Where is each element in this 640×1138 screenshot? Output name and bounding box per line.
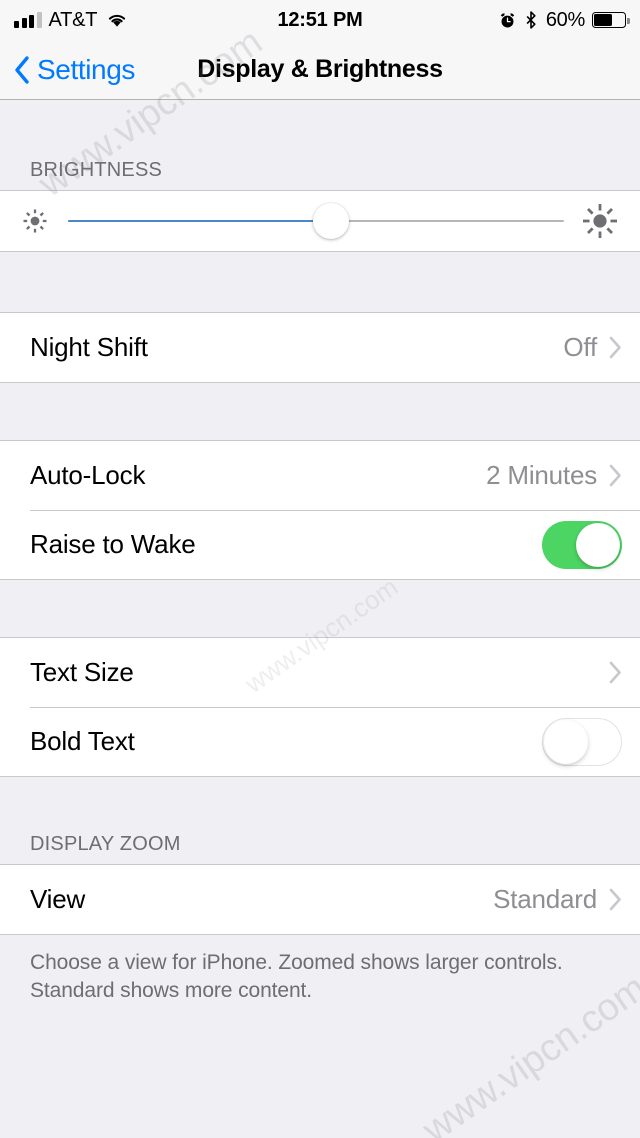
chevron-right-icon — [609, 888, 621, 911]
row-label: Raise to Wake — [30, 529, 196, 559]
row-value: Standard — [493, 884, 597, 914]
chevron-right-icon — [609, 464, 621, 487]
cellular-signal-icon — [14, 12, 42, 28]
slider-thumb[interactable] — [312, 203, 349, 239]
row-accessory: 2 Minutes — [486, 460, 622, 491]
row-label: View — [30, 884, 86, 914]
raise-to-wake-switch[interactable] — [542, 520, 622, 569]
row-label: Night Shift — [30, 332, 148, 362]
text-group: Text Size Bold Text — [0, 637, 640, 777]
row-bold-text[interactable]: Bold Text — [0, 707, 640, 776]
row-text-size[interactable]: Text Size — [0, 638, 640, 707]
brightness-slider-group — [0, 190, 640, 252]
display-zoom-footer-note: Choose a view for iPhone. Zoomed shows l… — [30, 951, 563, 1002]
row-view[interactable]: View Standard — [0, 865, 640, 934]
battery-percent-label: 60% — [545, 8, 585, 31]
chevron-right-icon — [609, 661, 621, 684]
row-value: Off — [563, 332, 597, 362]
row-label: Auto-Lock — [30, 460, 146, 490]
row-accessory: Standard — [493, 884, 622, 915]
row-label: Bold Text — [30, 726, 135, 756]
row-accessory — [609, 661, 622, 684]
chevron-right-icon — [609, 336, 621, 359]
sun-high-icon — [583, 204, 617, 238]
status-bar-left: AT&T — [14, 9, 128, 32]
night-shift-group: Night Shift Off — [0, 312, 640, 383]
display-zoom-group: View Standard — [0, 864, 640, 935]
row-accessory: Off — [563, 332, 622, 363]
wifi-icon — [109, 14, 126, 27]
back-button-label: Settings — [37, 53, 135, 85]
carrier-label: AT&T — [48, 8, 98, 31]
bluetooth-icon — [526, 11, 536, 29]
chevron-left-icon — [15, 55, 29, 84]
status-bar-right: 60% — [499, 8, 630, 32]
brightness-slider[interactable] — [68, 199, 564, 243]
battery-icon — [592, 12, 630, 28]
row-auto-lock[interactable]: Auto-Lock 2 Minutes — [0, 441, 640, 510]
row-value: 2 Minutes — [486, 460, 597, 490]
sun-low-icon — [23, 209, 47, 233]
bold-text-switch[interactable] — [542, 717, 622, 766]
back-button[interactable]: Settings — [14, 40, 135, 99]
row-accessory — [542, 717, 622, 766]
section-header-brightness: BRIGHTNESS — [30, 159, 163, 181]
row-label: Text Size — [30, 657, 134, 687]
row-night-shift[interactable]: Night Shift Off — [0, 313, 640, 382]
row-raise-to-wake[interactable]: Raise to Wake — [0, 510, 640, 579]
row-accessory — [542, 520, 622, 569]
brightness-slider-cell — [0, 191, 640, 251]
alarm-clock-icon — [500, 12, 514, 28]
status-bar: AT&T 12:51 PM 60% — [0, 0, 640, 40]
auto-lock-group: Auto-Lock 2 Minutes Raise to Wake — [0, 440, 640, 580]
slider-filled-track — [68, 220, 331, 222]
switch-knob — [576, 522, 620, 567]
settings-list: BRIGHTNESS Night Shift Off Auto-Lock 2 M… — [0, 100, 640, 1138]
section-header-display-zoom: DISPLAY ZOOM — [30, 833, 181, 855]
iphone-screen: AT&T 12:51 PM 60% Settings Display & Bri… — [0, 0, 640, 1138]
switch-knob — [544, 719, 588, 764]
navigation-bar: Settings Display & Brightness — [0, 40, 640, 100]
